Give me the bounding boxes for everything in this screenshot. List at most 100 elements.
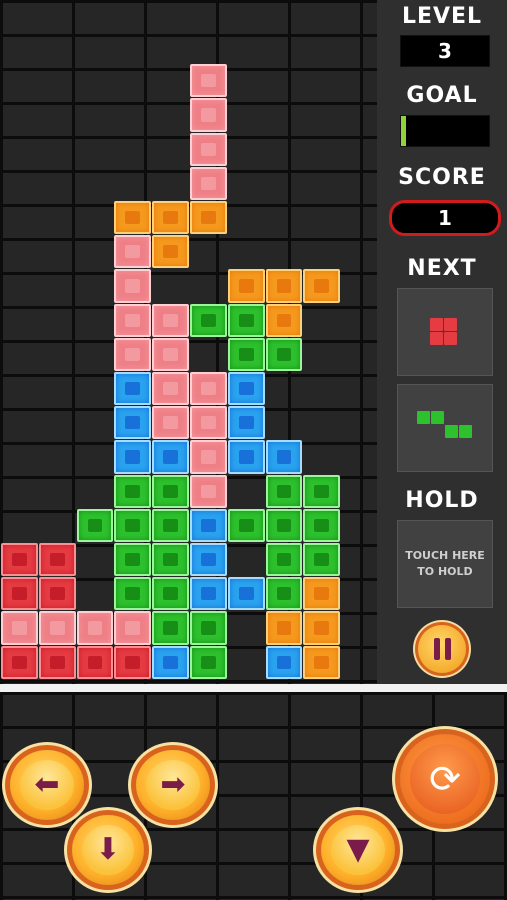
board-block-pink: [190, 440, 227, 474]
board-block-red: [1, 543, 38, 577]
next-piece-preview-1: [397, 288, 493, 376]
block-core: [276, 313, 292, 327]
board-block-green: [265, 508, 303, 542]
block-core: [163, 587, 178, 601]
board-block-pink: [38, 611, 76, 645]
block-core: [87, 655, 103, 669]
next-piece-block: [459, 425, 472, 438]
board-block-green: [76, 508, 114, 542]
board-block-green: [152, 508, 189, 542]
block-core: [163, 347, 178, 361]
board-block-pink: [114, 303, 152, 337]
move-left-button[interactable]: ⬅: [10, 750, 84, 820]
board-block-green: [265, 577, 303, 611]
score-label: SCORE: [398, 165, 486, 190]
board-block-blue: [190, 543, 227, 577]
block-core: [125, 655, 141, 669]
board-block-green: [152, 543, 189, 577]
board-block-pink: [152, 406, 189, 440]
board-block-red: [38, 645, 76, 679]
board-block-green: [303, 543, 341, 577]
hold-area[interactable]: TOUCH HERE TO HOLD: [397, 520, 493, 608]
goal-progress-fill: [401, 116, 407, 146]
board-block-green: [190, 645, 227, 679]
block-core: [238, 347, 254, 361]
board-block-orange: [114, 201, 152, 235]
rotate-button[interactable]: ⟳: [400, 734, 490, 824]
hold-hint-line1: TOUCH HERE: [405, 549, 485, 562]
block-core: [125, 484, 141, 498]
board-block-orange: [152, 201, 189, 235]
board-block-blue: [265, 440, 303, 474]
block-core: [125, 279, 141, 293]
block-core: [163, 450, 178, 464]
hold-label: HOLD: [405, 488, 479, 513]
level-label: LEVEL: [401, 4, 483, 29]
block-core: [314, 655, 330, 669]
block-core: [125, 382, 141, 396]
block-core: [276, 484, 292, 498]
board-block-green: [303, 508, 341, 542]
board-block-pink: [190, 64, 227, 98]
block-core: [49, 553, 65, 567]
block-core: [276, 621, 292, 635]
next-piece-block: [445, 425, 458, 438]
block-core: [314, 279, 330, 293]
block-core: [276, 553, 292, 567]
board-block-blue: [114, 372, 152, 406]
block-core: [163, 655, 178, 669]
block-core: [201, 74, 216, 88]
board-block-pink: [190, 474, 227, 508]
block-core: [201, 587, 216, 601]
arrow-right-icon: ➡: [160, 767, 186, 802]
board-block-green: [114, 577, 152, 611]
block-core: [163, 245, 178, 259]
block-core: [125, 621, 141, 635]
block-core: [125, 518, 141, 532]
block-core: [125, 211, 141, 225]
block-core: [238, 450, 254, 464]
block-core: [276, 587, 292, 601]
block-core: [201, 553, 216, 567]
board-block-green: [227, 508, 265, 542]
block-core: [163, 518, 178, 532]
block-core: [125, 416, 141, 430]
hard-drop-button[interactable]: ▼: [321, 815, 395, 885]
board-block-pink: [114, 235, 152, 269]
block-core: [201, 142, 216, 156]
board-block-pink: [190, 406, 227, 440]
board-block-pink: [76, 611, 114, 645]
block-core: [12, 621, 27, 635]
board-block-orange: [227, 269, 265, 303]
board-block-orange: [303, 269, 341, 303]
board-block-blue: [227, 577, 265, 611]
block-core: [201, 450, 216, 464]
board-block-orange: [303, 645, 341, 679]
next-label: NEXT: [407, 256, 477, 281]
pause-icon-bar: [445, 638, 451, 660]
board-block-green: [227, 303, 265, 337]
block-core: [87, 621, 103, 635]
block-core: [276, 279, 292, 293]
sidebar: LEVEL 3 GOAL SCORE 1 NEXT HOLD TOUCH HER…: [377, 0, 507, 686]
block-core: [201, 484, 216, 498]
board-block-green: [152, 611, 189, 645]
block-core: [238, 518, 254, 532]
game-board[interactable]: [0, 0, 377, 686]
block-core: [163, 484, 178, 498]
block-core: [125, 587, 141, 601]
board-block-orange: [152, 235, 189, 269]
board-block-pink: [114, 337, 152, 371]
board-block-blue: [227, 440, 265, 474]
soft-drop-button[interactable]: ⬇: [72, 815, 144, 885]
next-piece-block: [431, 411, 444, 424]
move-right-button[interactable]: ➡: [136, 750, 210, 820]
block-core: [87, 518, 103, 532]
block-core: [201, 108, 216, 122]
next-piece-preview-2: [397, 384, 493, 472]
arrow-left-icon: ⬅: [34, 767, 60, 802]
block-core: [12, 655, 27, 669]
pause-button[interactable]: [418, 625, 466, 673]
board-block-pink: [190, 372, 227, 406]
board-block-blue: [114, 440, 152, 474]
